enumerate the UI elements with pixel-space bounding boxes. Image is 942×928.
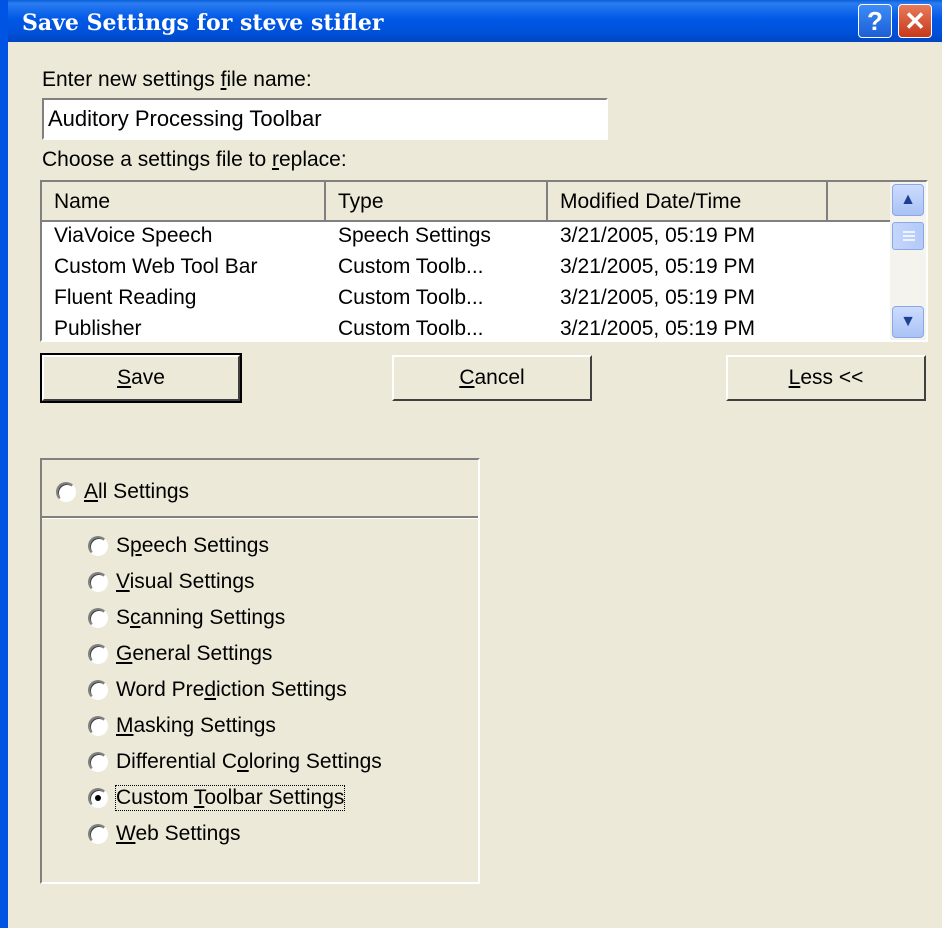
close-icon: ✕ (904, 5, 926, 36)
radio-differential-coloring-settings[interactable]: Differential Coloring Settings (88, 750, 382, 774)
radio-custom-toolbar-settings[interactable]: Custom Toolbar Settings (88, 785, 346, 811)
list-item[interactable]: Custom Web Tool Bar Custom Toolb... 3/21… (42, 253, 892, 283)
help-button[interactable]: ? (858, 4, 892, 38)
column-header-filler (828, 182, 892, 222)
chevron-down-icon: ▼ (900, 313, 916, 330)
close-button[interactable]: ✕ (898, 4, 932, 38)
column-header-modified[interactable]: Modified Date/Time (548, 182, 828, 222)
cancel-button[interactable]: Cancel (392, 355, 592, 401)
column-header-name[interactable]: Name (42, 182, 326, 222)
radio-scanning-settings[interactable]: Scanning Settings (88, 606, 285, 630)
replace-label: Choose a settings file to replace: (42, 148, 347, 171)
save-button[interactable]: Save (40, 353, 242, 403)
radio-visual-settings[interactable]: Visual Settings (88, 570, 255, 594)
radio-speech-settings[interactable]: Speech Settings (88, 534, 269, 558)
radio-word-prediction-settings[interactable]: Word Prediction Settings (88, 678, 347, 702)
title-bar[interactable]: Save Settings for steve stifler ? ✕ (0, 0, 942, 42)
settings-options-group: All Settings Speech Settings Visual Sett… (40, 458, 480, 884)
scroll-down-button[interactable]: ▼ (892, 306, 924, 338)
list-item[interactable]: Publisher Custom Toolb... 3/21/2005, 05:… (42, 315, 892, 340)
column-header-type[interactable]: Type (326, 182, 548, 222)
radio-all-settings[interactable]: All Settings (56, 480, 189, 504)
chevron-up-icon: ▲ (900, 191, 916, 208)
list-item[interactable]: Fluent Reading Custom Toolb... 3/21/2005… (42, 284, 892, 314)
list-scrollbar[interactable]: ▲ ▼ (890, 182, 926, 340)
list-item[interactable]: ViaVoice Speech Speech Settings 3/21/200… (42, 222, 892, 252)
scroll-thumb[interactable] (892, 222, 924, 250)
save-settings-dialog: Save Settings for steve stifler ? ✕ Ente… (0, 0, 942, 928)
radio-web-settings[interactable]: Web Settings (88, 822, 241, 846)
settings-file-list[interactable]: Name Type Modified Date/Time ViaVoice Sp… (40, 180, 928, 342)
radio-button[interactable] (56, 482, 76, 502)
less-button[interactable]: Less << (726, 355, 926, 401)
filename-label: Enter new settings file name: (42, 68, 312, 91)
radio-masking-settings[interactable]: Masking Settings (88, 714, 276, 738)
window-title: Save Settings for steve stifler (22, 10, 384, 36)
window-frame-left (0, 0, 8, 928)
radio-label: All Settings (84, 480, 190, 503)
help-icon: ? (867, 5, 883, 36)
list-header: Name Type Modified Date/Time (42, 182, 892, 222)
scroll-up-button[interactable]: ▲ (892, 184, 924, 216)
radio-general-settings[interactable]: General Settings (88, 642, 272, 666)
filename-input[interactable]: Auditory Processing Toolbar (42, 98, 608, 140)
group-divider (42, 516, 478, 519)
